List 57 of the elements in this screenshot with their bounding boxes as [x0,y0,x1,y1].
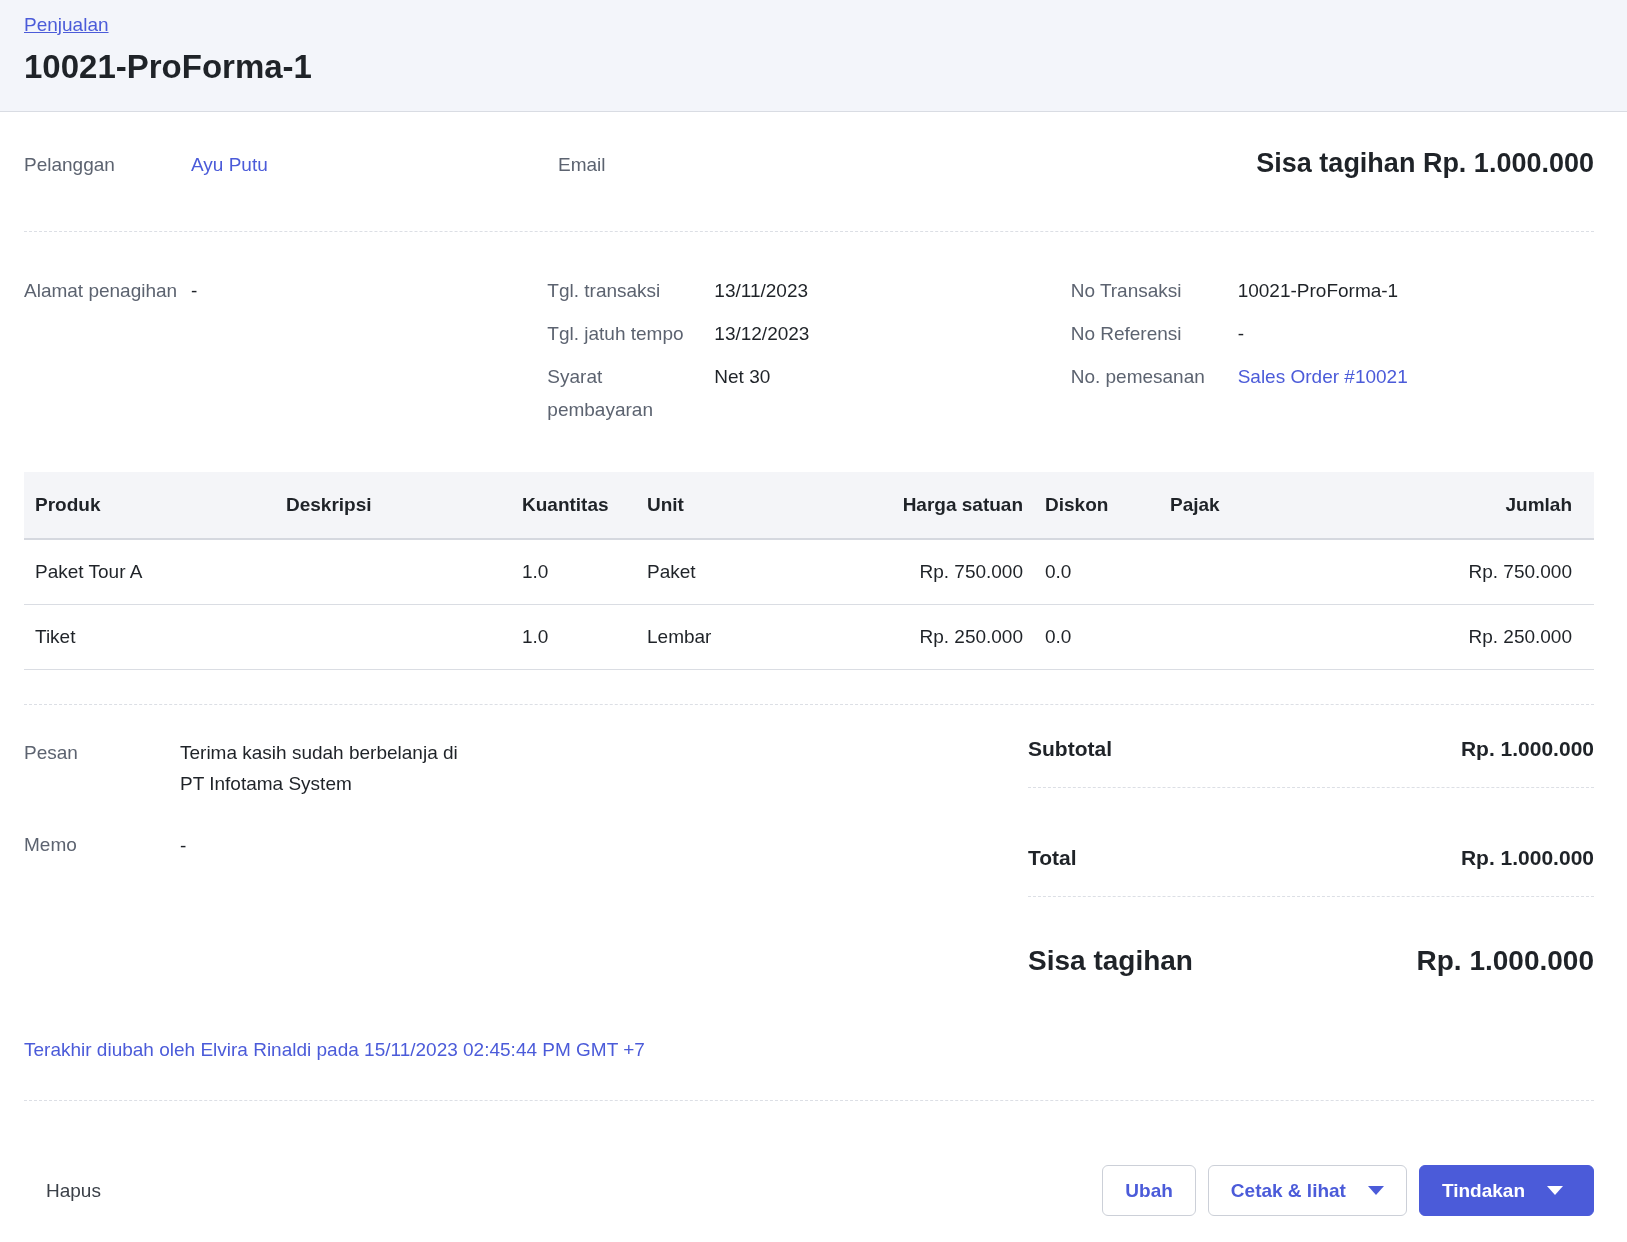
column-header: Diskon [1045,494,1109,515]
total-label: Total [1028,846,1077,870]
table-cell: Paket [647,561,696,582]
column-header: Jumlah [1505,494,1572,515]
table-cell: Lembar [647,626,712,647]
field-label: Alamat penagihan [24,279,179,303]
delete-button[interactable]: Hapus [24,1169,123,1212]
field-label: Tgl. jatuh tempo [547,322,685,346]
table-cell: Rp. 250.000 [919,626,1023,647]
field-label: No Referensi [1070,322,1183,346]
column-header: Kuantitas [522,494,609,515]
field-value: - [1237,322,1244,346]
total-value: Rp. 1.000.000 [1416,945,1594,977]
field-value: - [191,279,198,303]
table-cell: Rp. 750.000 [1468,561,1572,582]
field-label: Syarat pembayaran [547,365,654,422]
column-header: Harga satuan [902,494,1023,515]
page-title: 10021-ProForma-1 [24,48,313,86]
breadcrumb-link[interactable]: Penjualan [24,14,109,36]
last-modified-link[interactable]: Terakhir diubah oleh Elvira Rinaldi pada 15/11/2023 02:45:44 PM GMT +7 [24,1033,1594,1066]
order-link[interactable]: Sales Order #10021 [1237,360,1408,393]
caret-icon [1547,1186,1563,1195]
table-cell: 0.0 [1045,561,1072,582]
field-label: Pesan [24,741,79,765]
table-cell: 1.0 [522,561,549,582]
column-header: Pajak [1170,494,1220,515]
table-cell: Tiket [35,626,76,647]
column-header: Produk [35,494,101,515]
table-cell: 1.0 [522,626,549,647]
action-button[interactable]: Cetak & lihat [1207,1165,1407,1216]
field-label: Pelanggan [24,153,116,177]
customer-link[interactable]: Ayu Putu [191,148,268,181]
field-value: 10021-ProForma-1 [1237,279,1399,303]
action-button[interactable]: Tindakan [1418,1165,1594,1216]
field-label: Memo [24,833,78,857]
total-value: Rp. 1.000.000 [1460,846,1594,870]
table-cell: Paket Tour A [35,561,143,582]
column-header: Deskripsi [286,494,372,515]
column-header: Unit [647,494,684,515]
table-cell: Rp. 750.000 [919,561,1023,582]
field-value: 13/12/2023 [714,322,810,346]
field-label: No Transaksi [1070,279,1183,303]
field-label: Email [558,153,607,177]
table-cell: Rp. 250.000 [1468,626,1572,647]
table-cell: 0.0 [1045,626,1072,647]
total-value: Rp. 1.000.000 [1460,737,1594,761]
total-label: Sisa tagihan [1028,945,1193,977]
field-label: Tgl. transaksi [547,279,662,303]
message-text: Terima kasih sudah berbelanja di PT Infotama System [180,741,459,796]
field-value: 13/11/2023 [714,279,808,303]
action-button[interactable]: Ubah [1102,1165,1196,1216]
total-label: Subtotal [1028,737,1112,761]
caret-icon [1367,1186,1384,1195]
field-value: Net 30 [714,365,771,389]
balance-heading: Sisa tagihan Rp. 1.000.000 [1256,148,1594,179]
field-label: No. pemesanan [1070,365,1206,389]
memo-text: - [180,834,187,858]
